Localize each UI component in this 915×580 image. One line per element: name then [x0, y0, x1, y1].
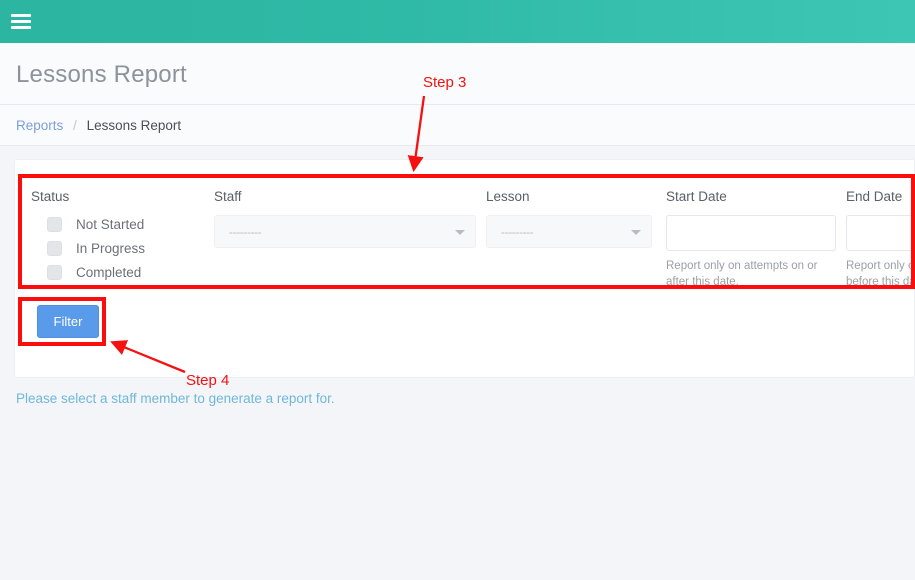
start-date-help: Report only on attempts on or after this…: [666, 258, 836, 290]
start-date-input[interactable]: [666, 215, 836, 251]
checkbox-label: In Progress: [76, 241, 145, 256]
breadcrumb-item-reports[interactable]: Reports: [16, 118, 63, 133]
filter-card: Status Staff Lesson Start Date End Date …: [14, 159, 915, 378]
end-date-group: Report only on attempts on or before thi…: [846, 215, 915, 290]
hamburger-bar: [11, 14, 31, 17]
chevron-down-icon: [455, 230, 465, 235]
start-date-group: Report only on attempts on or after this…: [666, 215, 836, 290]
breadcrumb-item-current: Lessons Report: [87, 118, 182, 133]
app-root: Lessons Report Reports / Lessons Report …: [0, 0, 915, 580]
breadcrumb-separator: /: [73, 118, 77, 133]
filter-button[interactable]: Filter: [37, 305, 99, 338]
checkbox-completed[interactable]: Completed: [33, 260, 145, 284]
label-staff: Staff: [214, 189, 242, 204]
top-navbar: [0, 0, 915, 43]
checkbox-box[interactable]: [47, 217, 62, 232]
staff-select[interactable]: ---------: [214, 215, 476, 248]
checkbox-in-progress[interactable]: In Progress: [33, 236, 145, 260]
chevron-down-icon: [631, 230, 641, 235]
label-lesson: Lesson: [486, 189, 530, 204]
lesson-select[interactable]: ---------: [486, 215, 652, 248]
filter-row: Status Staff Lesson Start Date End Date …: [15, 160, 915, 295]
checkbox-not-started[interactable]: Not Started: [33, 212, 145, 236]
status-checkbox-group: Not Started In Progress Completed: [33, 212, 145, 284]
annotation-step3-label: Step 3: [423, 74, 466, 91]
end-date-help: Report only on attempts on or before thi…: [846, 258, 915, 290]
hamburger-bar: [11, 26, 31, 29]
end-date-input[interactable]: [846, 215, 915, 251]
staff-select-value: ---------: [229, 225, 261, 239]
hamburger-icon[interactable]: [11, 11, 31, 31]
breadcrumb: Reports / Lessons Report: [16, 118, 181, 133]
checkbox-box[interactable]: [47, 265, 62, 280]
label-start-date: Start Date: [666, 189, 727, 204]
page-title: Lessons Report: [16, 61, 187, 89]
label-end-date: End Date: [846, 189, 902, 204]
lesson-select-value: ---------: [501, 225, 533, 239]
checkbox-box[interactable]: [47, 241, 62, 256]
annotation-step4-label: Step 4: [186, 372, 229, 389]
checkbox-label: Completed: [76, 265, 141, 280]
checkbox-label: Not Started: [76, 217, 144, 232]
hamburger-bar: [11, 20, 31, 23]
label-status: Status: [31, 189, 69, 204]
status-message: Please select a staff member to generate…: [16, 391, 335, 406]
